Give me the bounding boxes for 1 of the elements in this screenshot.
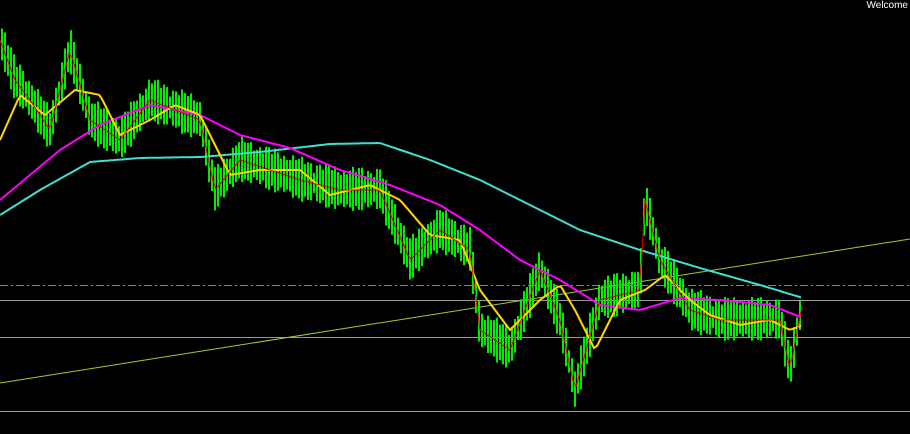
welcome-text: Welcome — [866, 0, 908, 12]
